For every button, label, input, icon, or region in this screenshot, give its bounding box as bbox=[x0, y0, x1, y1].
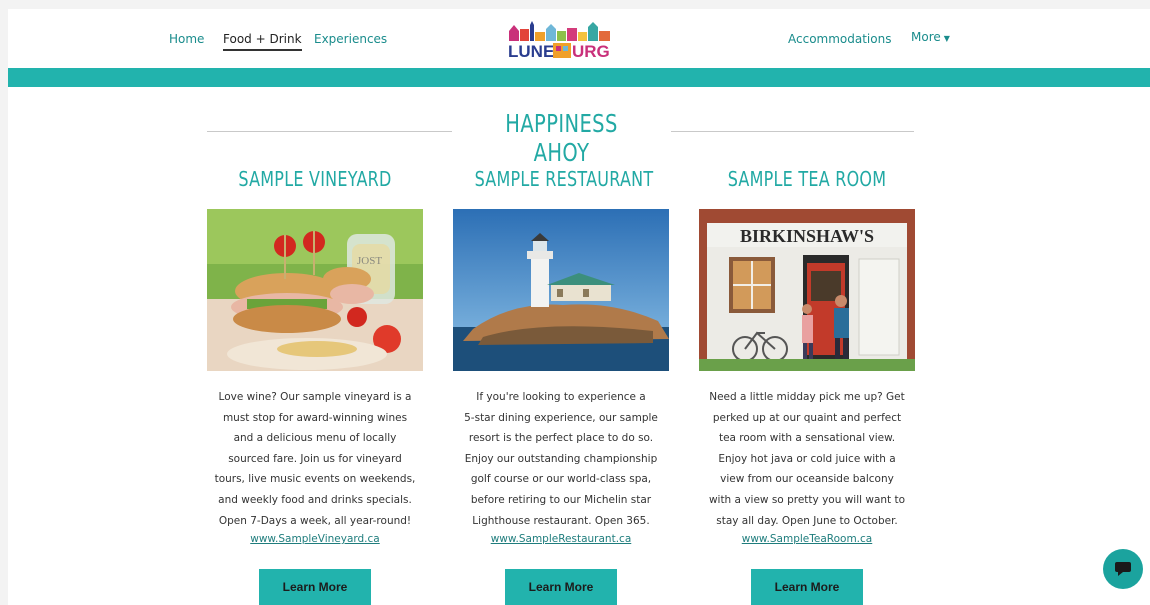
lunenburg-logo[interactable]: LUNE URG bbox=[506, 21, 616, 59]
heading-rule-right bbox=[671, 131, 914, 132]
chat-bubble-icon bbox=[1115, 562, 1131, 576]
desc-line: tea room with a sensational view. bbox=[718, 432, 896, 445]
desc-line: Lighthouse restaurant. Open 365. bbox=[472, 514, 650, 527]
logo-text-left: LUNE bbox=[508, 42, 554, 59]
vineyard-description: Love wine? Our sample vineyard is a must… bbox=[207, 387, 423, 531]
vineyard-learn-more-button[interactable]: Learn More bbox=[259, 569, 371, 605]
tea-room-photo: BIRKINSHAW'S bbox=[699, 209, 915, 371]
desc-line: Love wine? Our sample vineyard is a bbox=[218, 391, 412, 403]
desc-line: If you're looking to experience a bbox=[476, 391, 646, 403]
desc-line: stay all day. Open June to October. bbox=[716, 514, 898, 527]
desc-line: and weekly food and drinks specials. bbox=[218, 493, 412, 506]
caret-down-icon: ▼ bbox=[943, 34, 950, 43]
tea-room-website-link[interactable]: www.SampleTeaRoom.ca bbox=[699, 533, 915, 545]
desc-line: and a delicious menu of locally bbox=[233, 432, 397, 445]
desc-line: tours, live music events on weekends, bbox=[214, 473, 416, 486]
desc-line: 5-star dining experience, our sample bbox=[464, 411, 658, 424]
restaurant-title: SAMPLE RESTAURANT bbox=[474, 167, 654, 191]
nav-more-label: More bbox=[911, 30, 941, 44]
nav-home[interactable]: Home bbox=[169, 32, 204, 46]
desc-line: perked up at our quaint and perfect bbox=[712, 411, 902, 424]
lighthouse-photo bbox=[453, 209, 669, 371]
nav-food-drink[interactable]: Food + Drink bbox=[223, 32, 302, 51]
nav-experiences[interactable]: Experiences bbox=[314, 32, 387, 46]
page-frame: Home Food + Drink Experiences LUNE URG A… bbox=[8, 9, 1150, 605]
restaurant-learn-more-button[interactable]: Learn More bbox=[505, 569, 617, 605]
vineyard-title: SAMPLE VINEYARD bbox=[238, 167, 392, 191]
logo-text-right: URG bbox=[572, 42, 610, 59]
top-navigation: Home Food + Drink Experiences LUNE URG A… bbox=[8, 9, 1150, 69]
heading-rule-left bbox=[207, 131, 452, 132]
nav-more[interactable]: More ▼ bbox=[911, 30, 950, 44]
restaurant-description: If you're looking to experience a 5-star… bbox=[453, 387, 669, 531]
restaurant-website-link[interactable]: www.SampleRestaurant.ca bbox=[453, 533, 669, 545]
glass-text: JOST bbox=[357, 255, 382, 267]
nav-accommodations[interactable]: Accommodations bbox=[788, 32, 891, 46]
desc-line: resort is the perfect place to do so. bbox=[468, 432, 654, 445]
teal-banner-bar bbox=[8, 68, 1150, 87]
section-heading: HAPPINESS AHOY bbox=[505, 109, 618, 167]
desc-line: golf course or our world-class spa, bbox=[470, 473, 652, 486]
desc-line: view from our oceanside balcony bbox=[720, 473, 894, 486]
vineyard-photo: JOST bbox=[207, 209, 423, 371]
desc-line: sourced fare. Join us for vineyard bbox=[228, 452, 402, 465]
chat-button[interactable] bbox=[1103, 549, 1143, 589]
desc-line: Enjoy hot java or cold juice with a bbox=[718, 452, 896, 465]
desc-line: with a view so pretty you will want to bbox=[708, 493, 906, 506]
desc-line: Enjoy our outstanding championship bbox=[464, 452, 658, 465]
desc-line: before retiring to our Michelin star bbox=[470, 493, 652, 506]
storefront-sign: BIRKINSHAW'S bbox=[740, 226, 874, 246]
desc-line: must stop for award-winning wines bbox=[222, 411, 408, 424]
desc-line: Open 7-Days a week, all year-round! bbox=[218, 514, 412, 527]
tea-room-title: SAMPLE TEA ROOM bbox=[727, 167, 887, 191]
tea-room-description: Need a little midday pick me up? Get per… bbox=[699, 387, 915, 531]
vineyard-website-link[interactable]: www.SampleVineyard.ca bbox=[207, 533, 423, 545]
tea-room-learn-more-button[interactable]: Learn More bbox=[751, 569, 863, 605]
desc-line: Need a little midday pick me up? Get bbox=[709, 391, 905, 403]
